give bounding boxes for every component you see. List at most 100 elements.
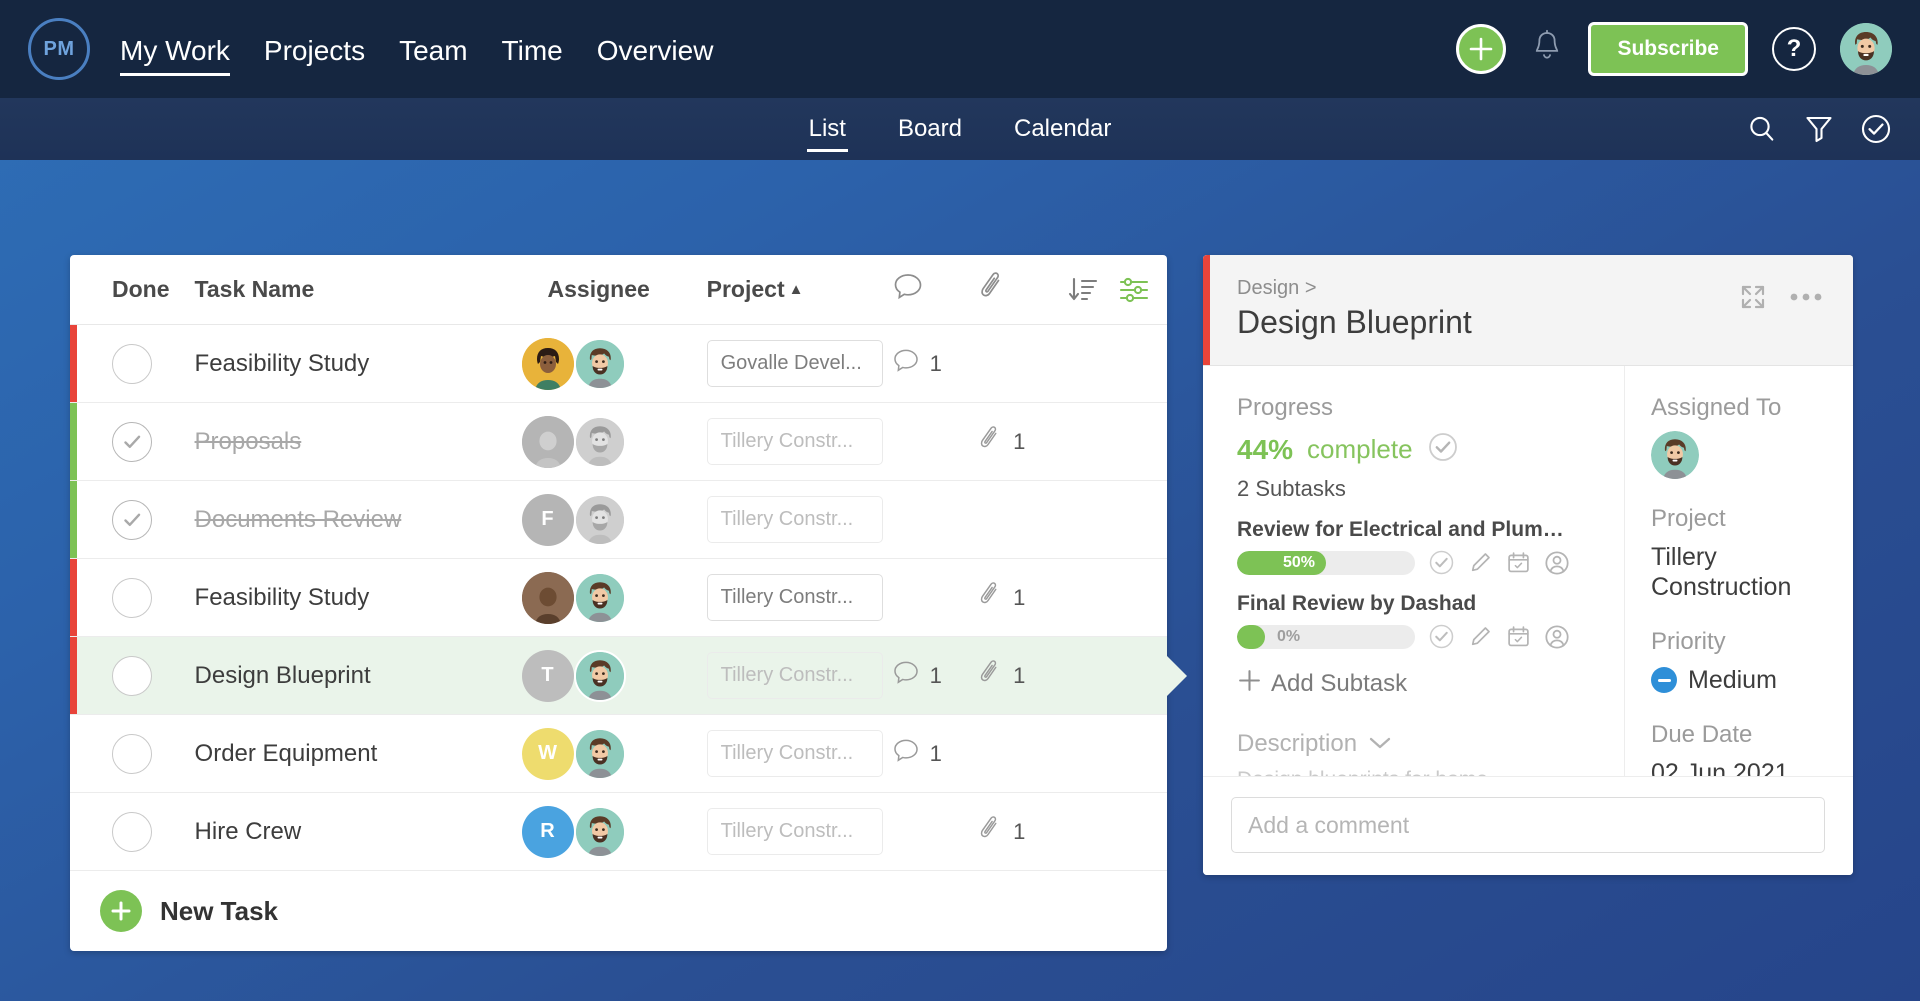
check-circle-icon[interactable] <box>1860 113 1892 145</box>
nav-item-time[interactable]: Time <box>502 0 563 98</box>
due-date-value[interactable]: 02 Jun 2021 <box>1651 758 1833 776</box>
column-header-comments[interactable] <box>891 270 979 310</box>
nav-item-projects-label: Projects <box>264 35 365 67</box>
project-label: Project <box>1651 505 1833 533</box>
project-pill[interactable]: Tillery Constr... <box>707 808 883 855</box>
column-header-project[interactable]: Project ▲ <box>707 276 891 303</box>
nav-item-my-work[interactable]: My Work <box>120 0 230 98</box>
table-row[interactable]: Feasibility Study Tillery Constr... <box>70 559 1167 637</box>
task-name[interactable]: Feasibility Study <box>195 584 548 612</box>
assignee-cell[interactable] <box>548 416 707 468</box>
attachments-cell[interactable]: 1 <box>978 580 1066 616</box>
task-checkbox[interactable] <box>112 500 152 540</box>
pencil-icon[interactable] <box>1468 624 1493 649</box>
calendar-icon[interactable] <box>1506 550 1531 575</box>
table-row[interactable]: Hire Crew R Tillery Constr... 1 <box>70 793 1167 871</box>
avatar[interactable] <box>1651 431 1699 479</box>
bell-icon[interactable] <box>1530 29 1564 70</box>
task-name[interactable]: Order Equipment <box>195 740 548 768</box>
table-row[interactable]: Order Equipment W Tillery Constr... 1 <box>70 715 1167 793</box>
avatar-stack <box>548 572 707 624</box>
table-row[interactable]: Design Blueprint T Tillery Constr... 1 <box>70 637 1167 715</box>
nav-item-overview[interactable]: Overview <box>597 0 714 98</box>
more-options-icon[interactable] <box>1789 291 1823 303</box>
project-cell: Govalle Devel... <box>707 340 891 387</box>
subtask-progress-bar[interactable]: 0% <box>1237 625 1415 649</box>
attachments-cell[interactable]: 1 <box>978 814 1066 850</box>
subtask-progress-bar[interactable]: 50% <box>1237 551 1415 575</box>
check-circle-icon[interactable] <box>1427 431 1459 468</box>
plus-icon[interactable] <box>1456 24 1506 74</box>
project-pill[interactable]: Tillery Constr... <box>707 652 883 699</box>
app-logo[interactable]: PM <box>28 18 90 80</box>
column-header-assignee[interactable]: Assignee <box>548 276 707 303</box>
project-pill[interactable]: Tillery Constr... <box>707 574 883 621</box>
task-checkbox[interactable] <box>112 422 152 462</box>
project-pill[interactable]: Tillery Constr... <box>707 418 883 465</box>
assignee-cell[interactable]: R <box>548 806 707 858</box>
nav-item-projects[interactable]: Projects <box>264 0 365 98</box>
description-toggle[interactable]: Description <box>1237 730 1604 758</box>
task-checkbox[interactable] <box>112 656 152 696</box>
task-name[interactable]: Documents Review <box>195 506 548 534</box>
calendar-icon[interactable] <box>1506 624 1531 649</box>
subtask-title[interactable]: Final Review by Dashad <box>1237 592 1567 616</box>
comments-cell[interactable]: 1 <box>891 346 979 382</box>
task-name[interactable]: Design Blueprint <box>195 662 548 690</box>
task-checkbox[interactable] <box>112 734 152 774</box>
filter-icon[interactable] <box>1804 113 1834 145</box>
sort-descending-icon[interactable] <box>1066 273 1118 307</box>
project-pill[interactable]: Govalle Devel... <box>707 340 883 387</box>
page-title[interactable]: Design Blueprint <box>1237 304 1825 341</box>
assignee-cell[interactable]: F <box>548 494 707 546</box>
new-task-button[interactable]: New Task <box>70 871 1167 951</box>
attachments-cell[interactable]: 1 <box>978 658 1066 694</box>
task-name[interactable]: Feasibility Study <box>195 350 548 378</box>
priority-field: Priority Medium <box>1651 628 1833 695</box>
table-row[interactable]: Feasibility Study Govalle Devel... 1 <box>70 325 1167 403</box>
project-pill[interactable]: Tillery Constr... <box>707 496 883 543</box>
nav-item-team[interactable]: Team <box>399 0 467 98</box>
subscribe-button[interactable]: Subscribe <box>1588 22 1748 76</box>
column-header-task-name[interactable]: Task Name <box>195 276 548 303</box>
comments-cell[interactable]: 1 <box>891 736 979 772</box>
person-icon[interactable] <box>1544 550 1570 576</box>
table-row[interactable]: Proposals Tillery Constr... 1 <box>70 403 1167 481</box>
tab-board[interactable]: Board <box>898 98 962 160</box>
tab-list[interactable]: List <box>809 98 846 160</box>
description-text: Design blueprints for home <box>1237 768 1604 776</box>
assignee-cell[interactable] <box>548 338 707 390</box>
task-name[interactable]: Proposals <box>195 428 548 456</box>
assignee-cell[interactable] <box>548 572 707 624</box>
subtask-title[interactable]: Review for Electrical and Plum… <box>1237 518 1567 542</box>
tab-calendar[interactable]: Calendar <box>1014 98 1111 160</box>
task-name[interactable]: Hire Crew <box>195 818 548 846</box>
assigned-to-field: Assigned To <box>1651 394 1833 479</box>
check-circle-icon[interactable] <box>1428 549 1455 576</box>
task-checkbox[interactable] <box>112 812 152 852</box>
add-subtask-button[interactable]: Add Subtask <box>1237 668 1604 700</box>
expand-icon[interactable] <box>1739 283 1767 311</box>
column-header-done[interactable]: Done <box>70 276 195 303</box>
assignee-cell[interactable]: W <box>548 728 707 780</box>
project-pill[interactable]: Tillery Constr... <box>707 730 883 777</box>
pencil-icon[interactable] <box>1468 550 1493 575</box>
attachments-cell[interactable]: 1 <box>978 424 1066 460</box>
project-value[interactable]: Tillery Construction <box>1651 542 1833 602</box>
person-icon[interactable] <box>1544 624 1570 650</box>
check-circle-icon[interactable] <box>1428 623 1455 650</box>
column-settings-icon[interactable] <box>1117 273 1167 307</box>
column-header-attachments[interactable] <box>978 270 1066 310</box>
avatar[interactable] <box>1840 23 1892 75</box>
task-checkbox[interactable] <box>112 344 152 384</box>
comment-input[interactable]: Add a comment <box>1231 797 1825 853</box>
priority-value-row[interactable]: Medium <box>1651 665 1833 695</box>
breadcrumb[interactable]: Design > <box>1237 277 1825 300</box>
paperclip-icon <box>978 580 1004 616</box>
table-row[interactable]: Documents Review F Tillery Constr... <box>70 481 1167 559</box>
help-icon[interactable]: ? <box>1772 27 1816 71</box>
assignee-cell[interactable]: T <box>548 650 707 702</box>
search-icon[interactable] <box>1746 113 1778 145</box>
task-checkbox[interactable] <box>112 578 152 618</box>
comments-cell[interactable]: 1 <box>891 658 979 694</box>
